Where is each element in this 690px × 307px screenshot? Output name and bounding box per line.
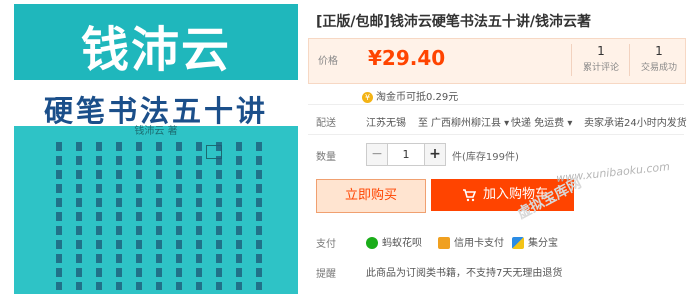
stat-transactions-label: 交易成功	[640, 63, 677, 73]
divider	[308, 134, 684, 135]
chevron-down-icon: ▾	[501, 118, 510, 129]
coin-discount: ¥ 淘金币可抵0.29元	[362, 88, 458, 103]
stat-transactions[interactable]: 1 交易成功	[629, 44, 688, 76]
ship-to-select[interactable]: 广西柳州柳江县 ▾	[431, 114, 509, 129]
product-image[interactable]: 钱沛云 硬笔书法五十讲 钱沛云 著	[14, 4, 298, 294]
stat-reviews-label: 累计评论	[582, 63, 619, 73]
cover-calligraphy	[56, 142, 264, 290]
coin-text: 淘金币可抵0.29元	[376, 92, 459, 103]
coin-icon: ¥	[362, 91, 373, 103]
cart-icon	[463, 189, 476, 202]
price-label: 价格	[318, 56, 338, 67]
payment-huabei[interactable]: 蚂蚁花呗	[366, 234, 422, 249]
tip-text: 此商品为订阅类书籍，不支持7天无理由退货	[366, 268, 563, 279]
ship-method-value: 快递 免运费	[511, 118, 565, 129]
stat-reviews[interactable]: 1 累计评论	[571, 44, 630, 76]
chevron-down-icon: ▾	[564, 118, 573, 129]
credit-card-icon	[438, 237, 450, 249]
quantity-input[interactable]: 1	[388, 144, 424, 165]
buy-now-button[interactable]: 立即购买	[316, 179, 426, 213]
ship-to-value: 广西柳州柳江县	[431, 118, 501, 129]
payment-label: 支付	[316, 239, 336, 250]
cover-byline: 钱沛云 著	[134, 126, 178, 137]
price-panel: 价格 ¥29.40 1 累计评论 1 交易成功	[308, 38, 686, 84]
ship-from: 江苏无锡	[366, 118, 406, 129]
product-title: [正版/包邮]钱沛云硬笔书法五十讲/钱沛云著	[316, 14, 592, 30]
divider	[308, 104, 684, 105]
payment-credit-card[interactable]: 信用卡支付	[438, 234, 504, 249]
quantity-label: 数量	[316, 152, 336, 163]
payment-jifenbao-label: 集分宝	[528, 238, 558, 249]
stock-info: 件(库存199件)	[452, 152, 519, 163]
ship-promise: 卖家承诺24小时内发货	[584, 118, 687, 129]
quantity-stepper[interactable]: − 1 +	[366, 143, 446, 166]
price-value: ¥29.40	[368, 46, 446, 70]
ship-to-word: 至	[418, 118, 428, 129]
quantity-minus-button[interactable]: −	[367, 144, 388, 165]
huabei-icon	[366, 237, 378, 249]
cover-author-name: 钱沛云	[80, 22, 231, 78]
payment-huabei-label: 蚂蚁花呗	[382, 238, 422, 249]
tip-label: 提醒	[316, 269, 336, 280]
stat-reviews-count: 1	[597, 44, 605, 58]
stat-transactions-count: 1	[655, 44, 663, 58]
shipping-label: 配送	[316, 118, 336, 129]
ship-method-select[interactable]: 快递 免运费 ▾	[511, 114, 572, 129]
payment-jifenbao[interactable]: 集分宝	[512, 234, 558, 249]
quantity-plus-button[interactable]: +	[424, 144, 445, 165]
payment-credit-card-label: 信用卡支付	[454, 238, 504, 249]
jifenbao-icon	[512, 237, 524, 249]
